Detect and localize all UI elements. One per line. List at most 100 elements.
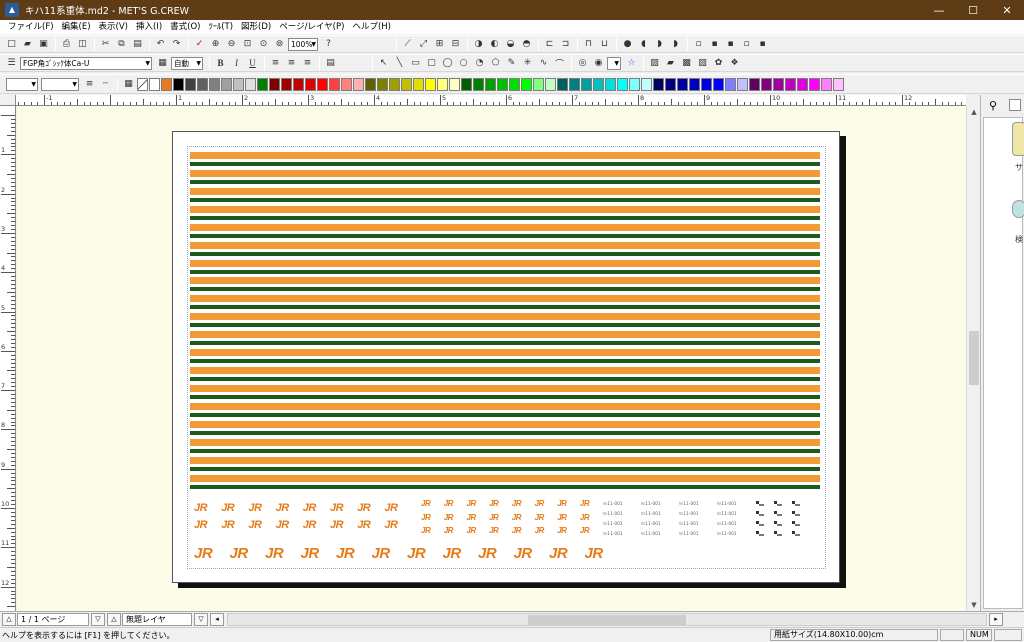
code-decal[interactable]: ｷﾊ11-001 [679, 501, 699, 507]
page-down-icon[interactable]: ▽ [91, 613, 105, 626]
bold-button[interactable]: B [213, 56, 228, 70]
jr-logo[interactable]: JR [357, 502, 371, 514]
jr-logo[interactable]: JR [357, 519, 371, 531]
code-decal[interactable]: ｷﾊ11-001 [603, 511, 623, 517]
jr-logo[interactable]: JR [535, 526, 545, 535]
menu-file[interactable]: ファイル(F) [4, 20, 58, 34]
style-icon[interactable]: ☰ [4, 56, 19, 70]
jr-logo[interactable]: JR [265, 545, 284, 562]
color-swatch[interactable] [305, 77, 316, 91]
color-swatch[interactable] [365, 77, 376, 91]
jr-logo[interactable]: JR [535, 513, 545, 522]
help-pointer-icon[interactable]: ? [321, 37, 336, 51]
color-swatch[interactable] [689, 77, 700, 91]
select-pointer-icon[interactable]: ↖ [376, 56, 391, 70]
jr-logo[interactable]: JR [303, 519, 317, 531]
color-swatch[interactable] [245, 77, 256, 91]
half-circle-icon[interactable]: ◖ [636, 37, 651, 51]
jr-logo[interactable]: JR [443, 545, 462, 562]
color-swatch[interactable] [185, 77, 196, 91]
mini-decal[interactable] [774, 501, 782, 507]
color-swatch[interactable] [209, 77, 220, 91]
color-swatch[interactable] [521, 77, 532, 91]
color-swatch[interactable] [533, 77, 544, 91]
bezier-icon[interactable]: ⌒ [552, 56, 567, 70]
color-swatch[interactable] [329, 77, 340, 91]
color-swatch[interactable] [413, 77, 424, 91]
close-button[interactable]: ✕ [990, 0, 1024, 20]
app-icon[interactable]: ▲ [5, 3, 19, 17]
jr-logo[interactable]: JR [489, 513, 499, 522]
color-swatch[interactable] [509, 77, 520, 91]
panel-menu-button[interactable] [1009, 99, 1021, 111]
photo-icon[interactable]: ▧ [695, 56, 710, 70]
jr-logo[interactable]: JR [303, 502, 317, 514]
jr-logo[interactable]: JR [421, 513, 431, 522]
mini-decal[interactable] [792, 531, 800, 537]
stripe-decal[interactable] [190, 223, 820, 242]
copy-icon[interactable]: ⧉ [114, 37, 129, 51]
color-swatch[interactable] [641, 77, 652, 91]
mini-decal[interactable] [774, 521, 782, 527]
color-swatch[interactable] [425, 77, 436, 91]
color-swatch[interactable] [725, 77, 736, 91]
color-swatch[interactable] [677, 77, 688, 91]
paper-page[interactable]: JR JR JR JR JR JR JR JR JR JR JR JR JR JR JR JR JR JR JR JR… [172, 131, 840, 583]
code-decal[interactable]: ｷﾊ11-001 [641, 501, 661, 507]
font-size-select[interactable]: 自動 [171, 56, 203, 70]
jr-logo[interactable]: JR [444, 499, 454, 508]
jr-logo[interactable]: JR [194, 502, 208, 514]
mini-decal[interactable] [792, 521, 800, 527]
jr-logo[interactable]: JR [221, 519, 235, 531]
binoculars-icon[interactable]: ⚲ [989, 99, 997, 112]
mini-decal[interactable] [756, 501, 764, 507]
ungroup-icon[interactable]: ⊟ [448, 37, 463, 51]
color-picker-icon[interactable]: ▦ [121, 77, 136, 91]
cut-icon[interactable]: ✂ [98, 37, 113, 51]
jr-logo[interactable]: JR [557, 499, 567, 508]
menu-insert[interactable]: 挿入(I) [132, 20, 166, 34]
code-decal[interactable]: ｷﾊ11-001 [603, 531, 623, 537]
ellipse-icon[interactable]: ◯ [440, 56, 455, 70]
star-icon[interactable]: ☆ [624, 56, 639, 70]
menu-page-layer[interactable]: ページ/レイヤ(P) [275, 20, 348, 34]
color-swatch[interactable] [809, 77, 820, 91]
undo-icon[interactable]: ↶ [153, 37, 168, 51]
print-preview-icon[interactable]: ◫ [75, 37, 90, 51]
panel-tab-1[interactable] [1012, 122, 1024, 156]
stripe-decal[interactable] [190, 331, 820, 349]
jr-logo[interactable]: JR [336, 545, 355, 562]
jr-logo[interactable]: JR [580, 513, 590, 522]
mini-decal[interactable] [792, 511, 800, 517]
jr-logo[interactable]: JR [512, 526, 522, 535]
hscroll-thumb[interactable] [528, 615, 686, 625]
jr-logo[interactable]: JR [330, 519, 344, 531]
jr-logo[interactable]: JR [276, 502, 290, 514]
jr-logo[interactable]: JR [466, 499, 476, 508]
jr-logo[interactable]: JR [580, 499, 590, 508]
color-swatch[interactable] [341, 77, 352, 91]
stripe-decal[interactable] [190, 349, 820, 367]
stripe-decal[interactable] [190, 438, 820, 457]
code-decal[interactable]: ｷﾊ11-001 [603, 521, 623, 527]
color-swatch[interactable] [605, 77, 616, 91]
zoom-width-icon[interactable]: ⊚ [272, 37, 287, 51]
spellcheck-icon[interactable]: ✓ [192, 37, 207, 51]
jr-logo[interactable]: JR [194, 545, 213, 562]
jr-logo[interactable]: JR [444, 526, 454, 535]
circle-shape-icon[interactable]: ○ [456, 56, 471, 70]
stripe-decal[interactable] [190, 402, 820, 421]
layer-down-icon[interactable]: ▽ [194, 613, 208, 626]
new-file-icon[interactable]: □ [4, 37, 19, 51]
jr-logo[interactable]: JR [478, 545, 497, 562]
color-swatch[interactable] [653, 77, 664, 91]
align-left-text-icon[interactable]: ≡ [268, 56, 283, 70]
jr-logo[interactable]: JR [512, 513, 522, 522]
send-backward-icon[interactable]: ◓ [519, 37, 534, 51]
jr-logo[interactable]: JR [444, 513, 454, 522]
number-icon[interactable]: ◉ [591, 56, 606, 70]
align-bottom-icon[interactable]: ⊔ [597, 37, 612, 51]
scroll-thumb[interactable] [969, 331, 979, 385]
color-swatch[interactable] [161, 77, 172, 91]
d-shape-icon[interactable]: ◗ [668, 37, 683, 51]
